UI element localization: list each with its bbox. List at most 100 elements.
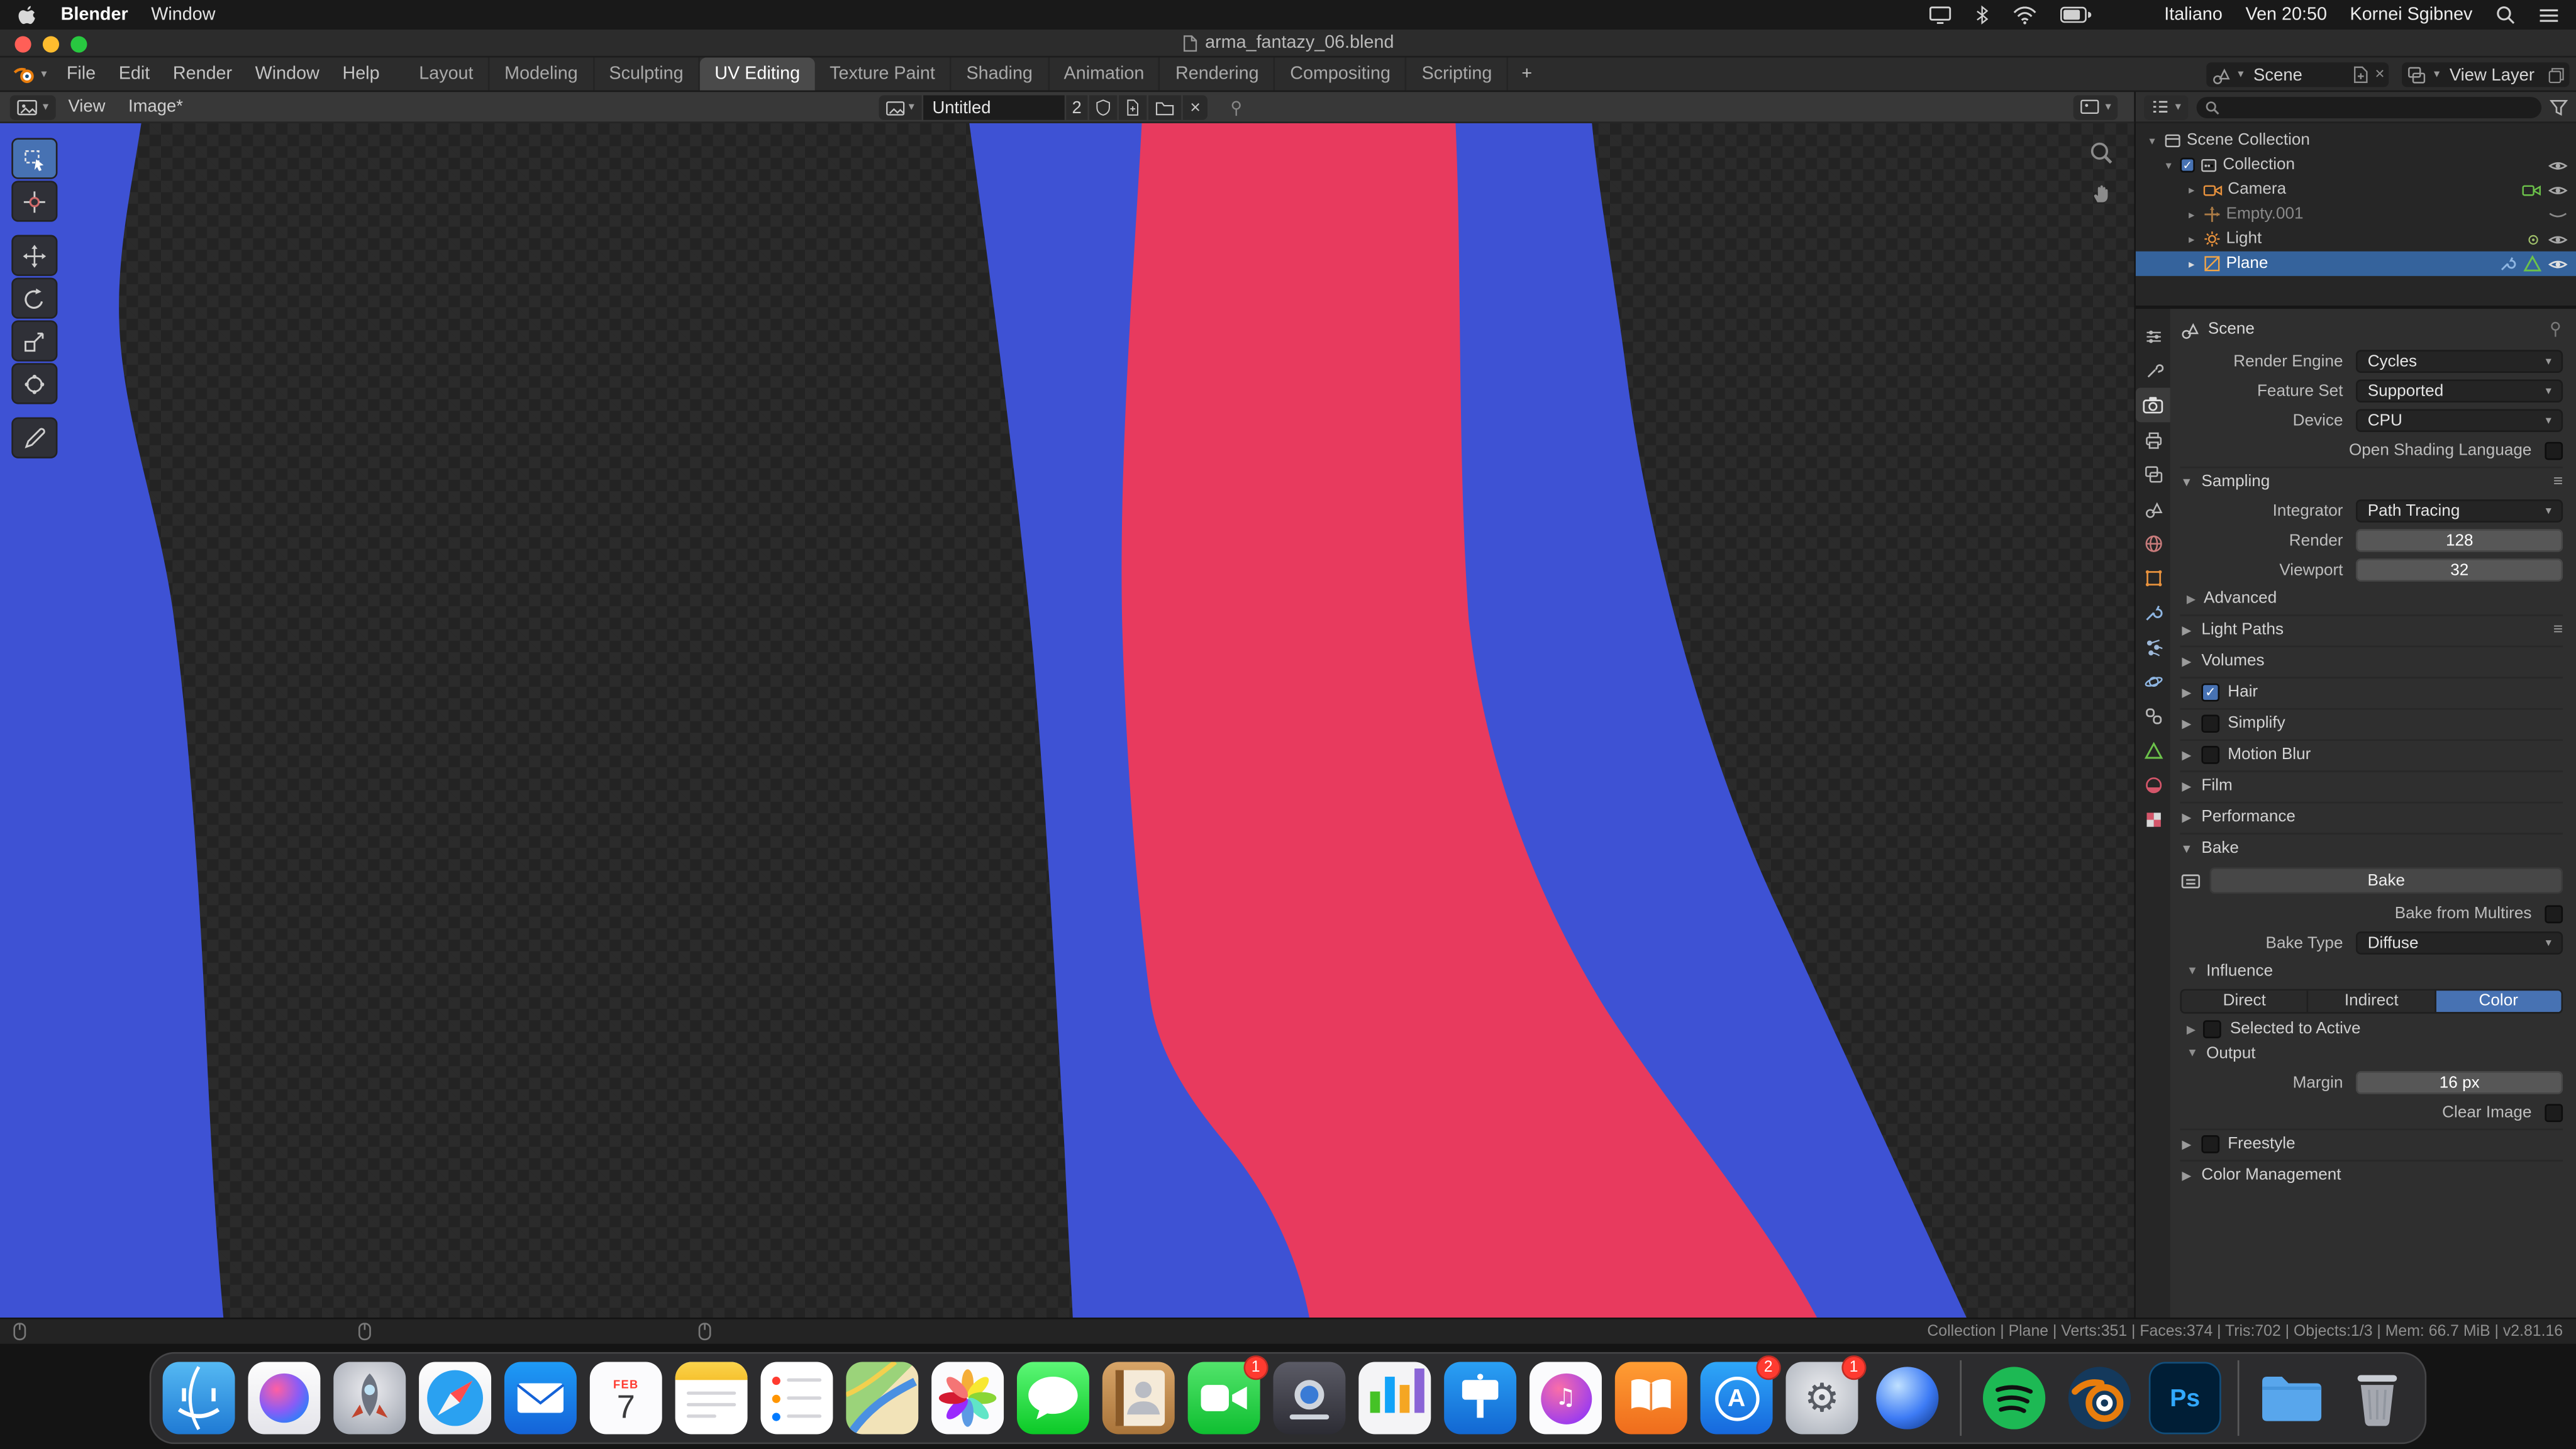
clear-image-checkbox[interactable] — [2545, 1103, 2563, 1121]
presets-icon[interactable]: ≡ — [2553, 620, 2563, 638]
pin-icon[interactable] — [2548, 320, 2563, 338]
tab-object-data[interactable] — [2136, 733, 2170, 767]
workspace-tab-scripting[interactable]: Scripting — [1407, 57, 1508, 90]
panel-bake[interactable]: ▼ Bake — [2180, 833, 2563, 860]
dock-icon-keynote[interactable] — [1444, 1362, 1516, 1435]
topbar-menu-render[interactable]: Render — [162, 57, 244, 90]
dock-icon-launchpad[interactable] — [333, 1362, 406, 1435]
selected-to-active-checkbox[interactable] — [2204, 1020, 2222, 1038]
menubar-item-window[interactable]: Window — [151, 5, 215, 25]
eye-icon[interactable] — [2548, 233, 2568, 246]
dock-icon-mail[interactable] — [504, 1362, 577, 1435]
dock-icon-spotify[interactable] — [1978, 1362, 2050, 1435]
render-samples-field[interactable]: 128 — [2356, 529, 2563, 552]
camera-data-icon[interactable] — [2522, 182, 2541, 198]
panel-sampling[interactable]: ▼ Sampling ≡ — [2180, 467, 2563, 494]
dock-icon-reminders[interactable] — [760, 1362, 833, 1435]
dock-icon-facetime[interactable]: 1 — [1188, 1362, 1260, 1435]
bake-type-dropdown[interactable]: Diffuse ▾ — [2356, 931, 2563, 955]
panel-simplify[interactable]: ▶ Simplify — [2180, 708, 2563, 736]
feature-set-dropdown[interactable]: Supported ▾ — [2356, 379, 2563, 402]
collection-checkbox[interactable]: ✓ — [2180, 158, 2195, 173]
disclosure-icon[interactable]: ▾ — [2146, 134, 2159, 147]
render-engine-dropdown[interactable]: Cycles ▾ — [2356, 350, 2563, 373]
tab-world[interactable] — [2136, 526, 2170, 560]
margin-slider[interactable]: 16 px — [2356, 1071, 2563, 1094]
zoom-window-button[interactable] — [70, 35, 87, 52]
toggle-indirect[interactable]: Indirect — [2309, 990, 2436, 1011]
expander-icon[interactable]: ▸ — [2185, 208, 2198, 221]
eye-icon[interactable] — [2548, 183, 2568, 196]
eye-closed-icon[interactable] — [2548, 208, 2568, 221]
render-slot-button[interactable]: ▾ — [2074, 94, 2118, 119]
tool-scale[interactable] — [11, 320, 57, 361]
panel-freestyle[interactable]: ▶ Freestyle — [2180, 1129, 2563, 1157]
dock-icon-notes[interactable] — [675, 1362, 748, 1435]
topbar-menu-window[interactable]: Window — [243, 57, 331, 90]
expander-icon[interactable]: ▸ — [2185, 183, 2198, 196]
display-icon[interactable] — [1929, 5, 1953, 25]
dock-icon-siri[interactable] — [248, 1362, 320, 1435]
workspace-tab-modeling[interactable]: Modeling — [490, 57, 594, 90]
zoom-icon[interactable] — [2088, 140, 2114, 166]
pin-icon[interactable] — [1228, 97, 1243, 117]
outliner-row-scene-collection[interactable]: ▾ Scene Collection — [2136, 128, 2576, 153]
device-dropdown[interactable]: CPU ▾ — [2356, 409, 2563, 432]
tab-modifiers[interactable] — [2136, 595, 2170, 630]
dock-icon-contacts[interactable] — [1102, 1362, 1175, 1435]
image-name-field[interactable]: Untitled — [923, 96, 1064, 120]
dock-icon-finder[interactable] — [163, 1362, 235, 1435]
tab-tool[interactable] — [2136, 353, 2170, 388]
panel-performance[interactable]: ▶ Performance — [2180, 802, 2563, 830]
bake-multires-checkbox[interactable] — [2545, 904, 2563, 923]
dock-icon-maps[interactable] — [846, 1362, 918, 1435]
panel-motion-blur[interactable]: ▶ Motion Blur — [2180, 740, 2563, 767]
presets-icon[interactable]: ≡ — [2553, 472, 2563, 491]
workspace-tab-animation[interactable]: Animation — [1049, 57, 1160, 90]
filter-icon[interactable] — [2550, 97, 2568, 116]
dock-icon-app-store[interactable]: A 2 — [1701, 1362, 1773, 1435]
expander-icon[interactable]: ▸ — [2185, 257, 2198, 270]
dock-icon-numbers[interactable] — [1358, 1362, 1431, 1435]
add-workspace-button[interactable]: + — [1508, 57, 1545, 90]
dock-icon-trash[interactable] — [2341, 1362, 2413, 1435]
dock-icon-books[interactable] — [1615, 1362, 1687, 1435]
flag-italy-icon[interactable] — [2115, 6, 2141, 23]
pan-hand-icon[interactable] — [2089, 180, 2113, 205]
tool-annotate[interactable] — [11, 418, 57, 458]
tab-constraints[interactable] — [2136, 698, 2170, 733]
motion-blur-checkbox[interactable] — [2201, 745, 2219, 763]
panel-film[interactable]: ▶ Film — [2180, 770, 2563, 798]
topbar-menu-file[interactable]: File — [55, 57, 108, 90]
editor-type-button[interactable]: ▾ — [2144, 94, 2187, 119]
eye-icon[interactable] — [2548, 257, 2568, 270]
dock-icon-messages[interactable] — [1017, 1362, 1089, 1435]
workspace-tab-compositing[interactable]: Compositing — [1275, 57, 1407, 90]
disclosure-icon[interactable]: ▾ — [2162, 158, 2175, 172]
subpanel-output[interactable]: ▼ Output — [2180, 1041, 2563, 1066]
freestyle-checkbox[interactable] — [2201, 1135, 2219, 1153]
tool-cursor[interactable] — [11, 180, 57, 221]
new-image-button[interactable] — [1119, 96, 1147, 120]
workspace-tab-sculpting[interactable]: Sculpting — [594, 57, 700, 90]
tab-particles[interactable] — [2136, 629, 2170, 663]
battery-icon[interactable] — [2061, 6, 2092, 23]
dock-icon-blender[interactable] — [2063, 1362, 2136, 1435]
image-users-count-button[interactable]: 2 — [1065, 96, 1088, 120]
bake-button[interactable]: Bake — [2209, 867, 2563, 894]
modifier-wrench-icon[interactable] — [2499, 255, 2517, 273]
topbar-menu-help[interactable]: Help — [331, 57, 391, 90]
tab-object[interactable] — [2136, 560, 2170, 595]
dock-icon-photoshop[interactable]: Ps — [2149, 1362, 2221, 1435]
minimize-window-button[interactable] — [43, 35, 59, 52]
close-window-button[interactable] — [15, 35, 31, 52]
blender-logo-icon[interactable]: ▾ — [0, 57, 55, 90]
subpanel-selected-to-active[interactable]: ▶ Selected to Active — [2180, 1017, 2563, 1041]
osl-checkbox[interactable] — [2545, 441, 2563, 459]
outliner-row-empty[interactable]: ▸ Empty.001 — [2136, 202, 2576, 226]
topbar-menu-edit[interactable]: Edit — [107, 57, 161, 90]
tab-view-layer[interactable] — [2136, 457, 2170, 491]
integrator-dropdown[interactable]: Path Tracing ▾ — [2356, 499, 2563, 523]
dock-icon-itunes[interactable]: ♫ — [1530, 1362, 1602, 1435]
toggle-direct[interactable]: Direct — [2182, 990, 2309, 1011]
